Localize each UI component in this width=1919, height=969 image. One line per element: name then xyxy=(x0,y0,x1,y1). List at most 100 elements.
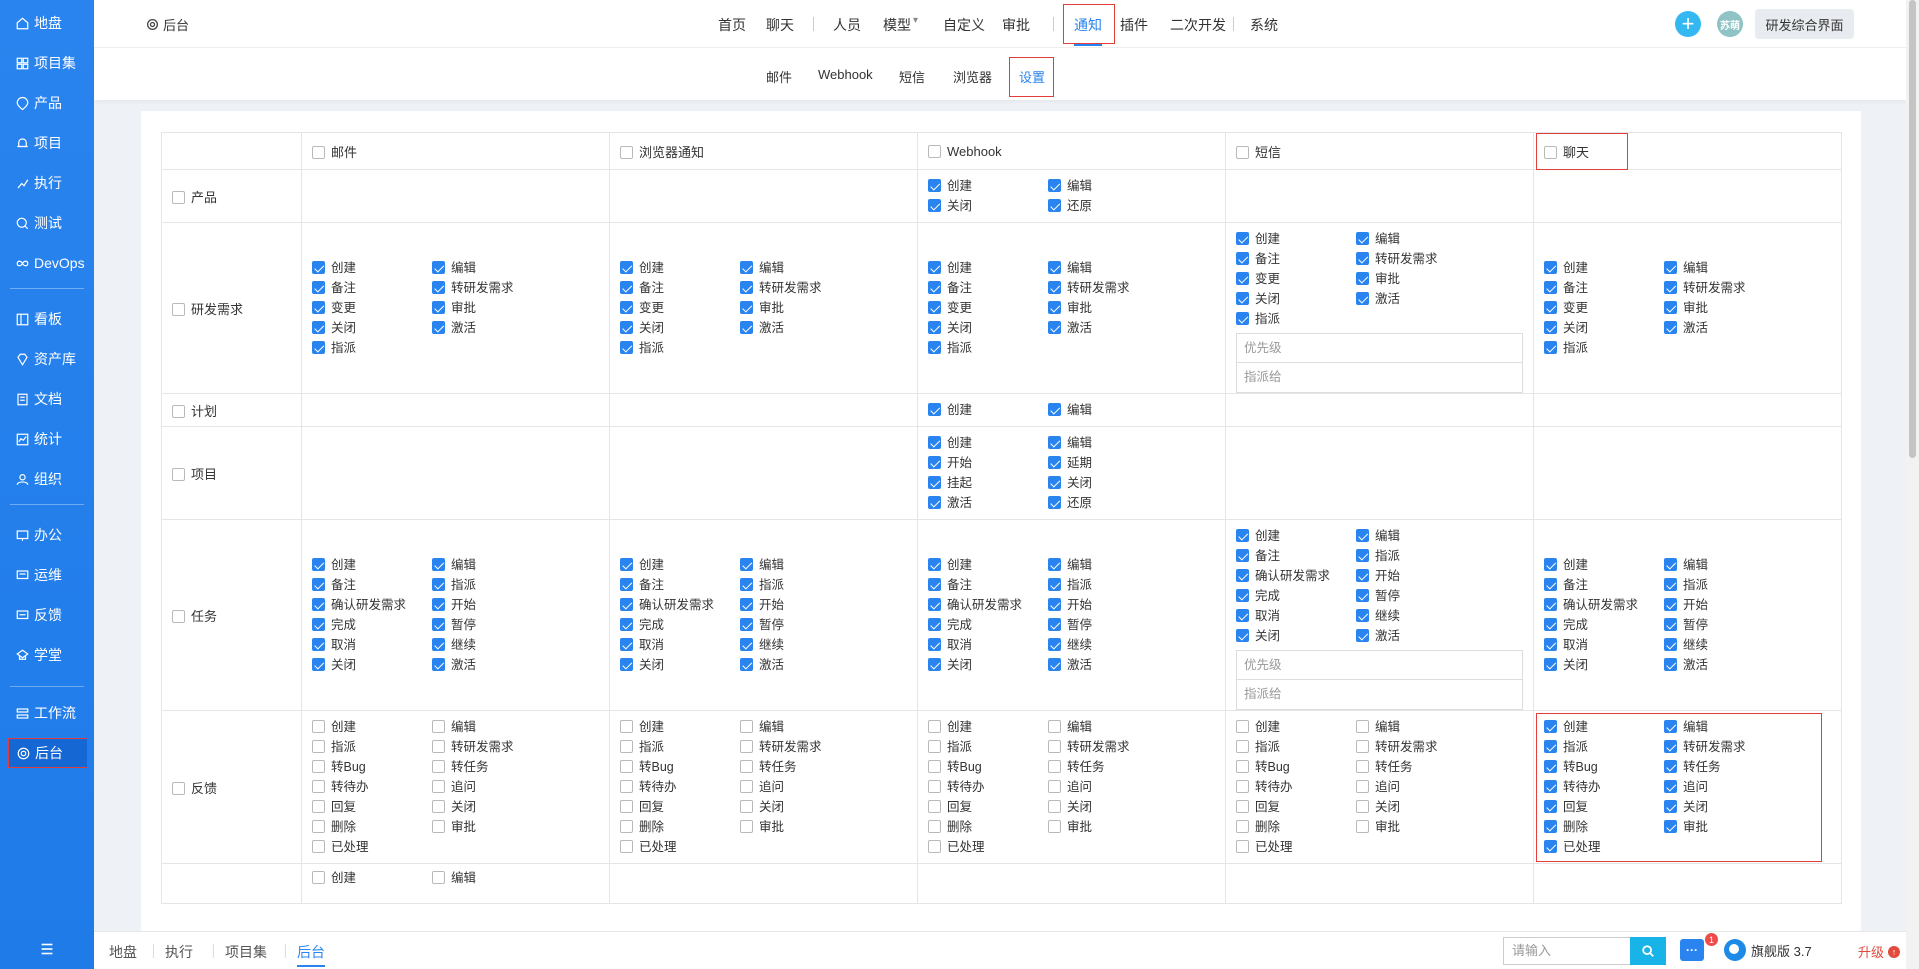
event-checkbox[interactable] xyxy=(740,558,753,571)
event-option[interactable]: 编辑 xyxy=(432,557,582,573)
event-option[interactable]: 创建 xyxy=(1236,528,1356,544)
event-option[interactable]: 创建 xyxy=(1544,557,1664,573)
event-checkbox[interactable] xyxy=(740,321,753,334)
event-checkbox[interactable] xyxy=(432,658,445,671)
event-checkbox[interactable] xyxy=(620,598,633,611)
event-option[interactable]: 确认研发需求 xyxy=(1236,568,1356,584)
event-option[interactable]: 审批 xyxy=(1664,300,1814,316)
event-checkbox[interactable] xyxy=(1664,321,1677,334)
sidebar-item-9[interactable]: 文档 xyxy=(8,384,88,414)
event-checkbox[interactable] xyxy=(928,341,941,354)
event-checkbox[interactable] xyxy=(620,840,633,853)
event-option[interactable]: 备注 xyxy=(1544,577,1664,593)
event-checkbox[interactable] xyxy=(432,261,445,274)
event-checkbox[interactable] xyxy=(1236,292,1249,305)
event-option[interactable]: 备注 xyxy=(1544,280,1664,296)
event-checkbox[interactable] xyxy=(928,321,941,334)
event-checkbox[interactable] xyxy=(928,281,941,294)
event-option[interactable]: 转Bug xyxy=(312,759,432,775)
event-option[interactable]: 编辑 xyxy=(1356,231,1506,247)
row-select-checkbox[interactable] xyxy=(172,190,185,204)
event-option[interactable]: 指派 xyxy=(1236,311,1356,327)
column-select-checkbox[interactable] xyxy=(1236,145,1249,159)
event-option[interactable]: 转研发需求 xyxy=(1048,280,1198,296)
event-option[interactable]: 激活 xyxy=(1356,291,1506,307)
event-option[interactable]: 备注 xyxy=(312,280,432,296)
event-checkbox[interactable] xyxy=(1048,436,1061,449)
event-checkbox[interactable] xyxy=(1048,820,1061,833)
nav-item-0[interactable]: 首页 xyxy=(718,15,746,35)
event-checkbox[interactable] xyxy=(1664,598,1677,611)
event-checkbox[interactable] xyxy=(928,780,941,793)
event-checkbox[interactable] xyxy=(1048,261,1061,274)
event-option[interactable]: 回复 xyxy=(312,799,432,815)
event-checkbox[interactable] xyxy=(1544,321,1557,334)
event-option[interactable]: 创建 xyxy=(928,719,1048,735)
event-checkbox[interactable] xyxy=(1356,629,1369,642)
event-option[interactable]: 转任务 xyxy=(432,759,582,775)
avatar[interactable]: 苏萌 xyxy=(1717,11,1743,37)
event-checkbox[interactable] xyxy=(620,578,633,591)
event-option[interactable]: 备注 xyxy=(620,280,740,296)
nav-item-9[interactable]: 系统 xyxy=(1250,15,1278,35)
admin-back-link[interactable]: 后台 xyxy=(146,15,189,34)
sidebar-item-12[interactable]: 办公 xyxy=(8,520,88,550)
event-checkbox[interactable] xyxy=(312,638,325,651)
event-checkbox[interactable] xyxy=(928,179,941,192)
event-option[interactable]: 指派 xyxy=(1356,548,1506,564)
event-checkbox[interactable] xyxy=(928,760,941,773)
event-option[interactable]: 删除 xyxy=(1236,819,1356,835)
event-checkbox[interactable] xyxy=(432,638,445,651)
event-option[interactable]: 追问 xyxy=(432,779,582,795)
event-checkbox[interactable] xyxy=(1544,658,1557,671)
event-checkbox[interactable] xyxy=(1356,780,1369,793)
event-checkbox[interactable] xyxy=(312,261,325,274)
sidebar-item-11[interactable]: 组织 xyxy=(8,464,88,494)
event-option[interactable]: 取消 xyxy=(1236,608,1356,624)
event-option[interactable]: 暂停 xyxy=(1356,588,1506,604)
event-checkbox[interactable] xyxy=(1544,301,1557,314)
event-checkbox[interactable] xyxy=(1664,301,1677,314)
event-option[interactable]: 已处理 xyxy=(928,839,1048,855)
event-option[interactable]: 删除 xyxy=(928,819,1048,835)
subnav-item-1[interactable]: Webhook xyxy=(818,67,873,82)
event-option[interactable]: 关闭 xyxy=(928,657,1048,673)
event-checkbox[interactable] xyxy=(1236,569,1249,582)
event-option[interactable]: 关闭 xyxy=(740,799,890,815)
event-option[interactable]: 创建 xyxy=(928,435,1048,451)
event-checkbox[interactable] xyxy=(1544,598,1557,611)
event-option[interactable]: 编辑 xyxy=(740,260,890,276)
event-option[interactable]: 编辑 xyxy=(1048,260,1198,276)
collapse-menu-button[interactable] xyxy=(0,929,94,969)
event-option[interactable]: 追问 xyxy=(1356,779,1506,795)
event-option[interactable]: 完成 xyxy=(620,617,740,633)
event-option[interactable]: 转待办 xyxy=(312,779,432,795)
nav-item-2[interactable]: 人员 xyxy=(833,15,861,35)
event-checkbox[interactable] xyxy=(620,261,633,274)
event-checkbox[interactable] xyxy=(1544,261,1557,274)
sidebar-item-5[interactable]: 测试 xyxy=(8,208,88,238)
event-option[interactable]: 确认研发需求 xyxy=(620,597,740,613)
event-checkbox[interactable] xyxy=(312,871,325,884)
event-option[interactable]: 开始 xyxy=(740,597,890,613)
event-checkbox[interactable] xyxy=(312,341,325,354)
event-checkbox[interactable] xyxy=(1544,638,1557,651)
event-option[interactable]: 激活 xyxy=(1664,320,1814,336)
event-option[interactable]: 创建 xyxy=(620,260,740,276)
event-option[interactable]: 创建 xyxy=(312,260,432,276)
event-checkbox[interactable] xyxy=(312,658,325,671)
search-button[interactable] xyxy=(1630,937,1666,965)
event-checkbox[interactable] xyxy=(312,760,325,773)
event-checkbox[interactable] xyxy=(928,496,941,509)
event-option[interactable]: 变更 xyxy=(1236,271,1356,287)
event-option[interactable]: 审批 xyxy=(432,819,582,835)
event-checkbox[interactable] xyxy=(1544,341,1557,354)
event-checkbox[interactable] xyxy=(312,598,325,611)
event-checkbox[interactable] xyxy=(1236,609,1249,622)
event-option[interactable]: 指派 xyxy=(432,577,582,593)
event-checkbox[interactable] xyxy=(1236,272,1249,285)
event-checkbox[interactable] xyxy=(1236,529,1249,542)
event-option[interactable]: 编辑 xyxy=(432,870,582,886)
event-checkbox[interactable] xyxy=(620,618,633,631)
event-checkbox[interactable] xyxy=(1544,281,1557,294)
